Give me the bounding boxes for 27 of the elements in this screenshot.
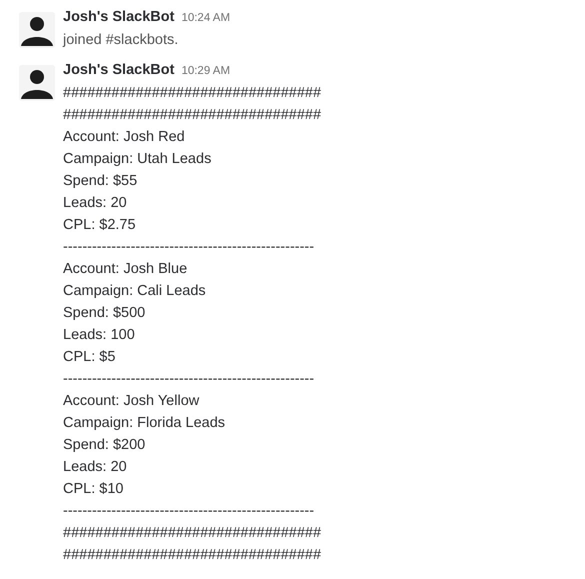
message-line: Campaign: Utah Leads xyxy=(63,150,212,169)
message-line: ################################ xyxy=(63,524,322,543)
message-line: ---------------------------------------------------- xyxy=(63,370,316,389)
sender-name[interactable]: Josh's SlackBot xyxy=(63,9,174,25)
message-line: Leads: 100 xyxy=(63,326,136,345)
message-line: Account: Josh Yellow xyxy=(63,392,200,411)
message-line: joined #slackbots. xyxy=(63,31,180,50)
message-line: Leads: 20 xyxy=(63,194,128,213)
message-line: CPL: $10 xyxy=(63,480,124,499)
message-line: Account: Josh Blue xyxy=(63,260,188,279)
message-line: Spend: $200 xyxy=(63,436,146,455)
message-line: Spend: $55 xyxy=(63,172,138,191)
timestamp[interactable]: 10:24 AM xyxy=(181,12,230,24)
message-line: Leads: 20 xyxy=(63,458,128,477)
message-line: CPL: $5 xyxy=(63,348,116,367)
message-line: Spend: $500 xyxy=(63,304,146,323)
message-line: ---------------------------------------------------- xyxy=(63,238,316,257)
message-line: ################################ xyxy=(63,84,322,103)
message-line: Account: Josh Red xyxy=(63,128,186,147)
timestamp[interactable]: 10:29 AM xyxy=(181,65,230,77)
sender-name[interactable]: Josh's SlackBot xyxy=(63,62,174,78)
message-line: Campaign: Cali Leads xyxy=(63,282,207,301)
message-line: CPL: $2.75 xyxy=(63,216,137,235)
message-line: Campaign: Florida Leads xyxy=(63,414,226,433)
message-line: ################################ xyxy=(63,546,322,565)
message-line: ---------------------------------------------------- xyxy=(63,502,316,521)
message-line: ################################ xyxy=(63,106,322,125)
